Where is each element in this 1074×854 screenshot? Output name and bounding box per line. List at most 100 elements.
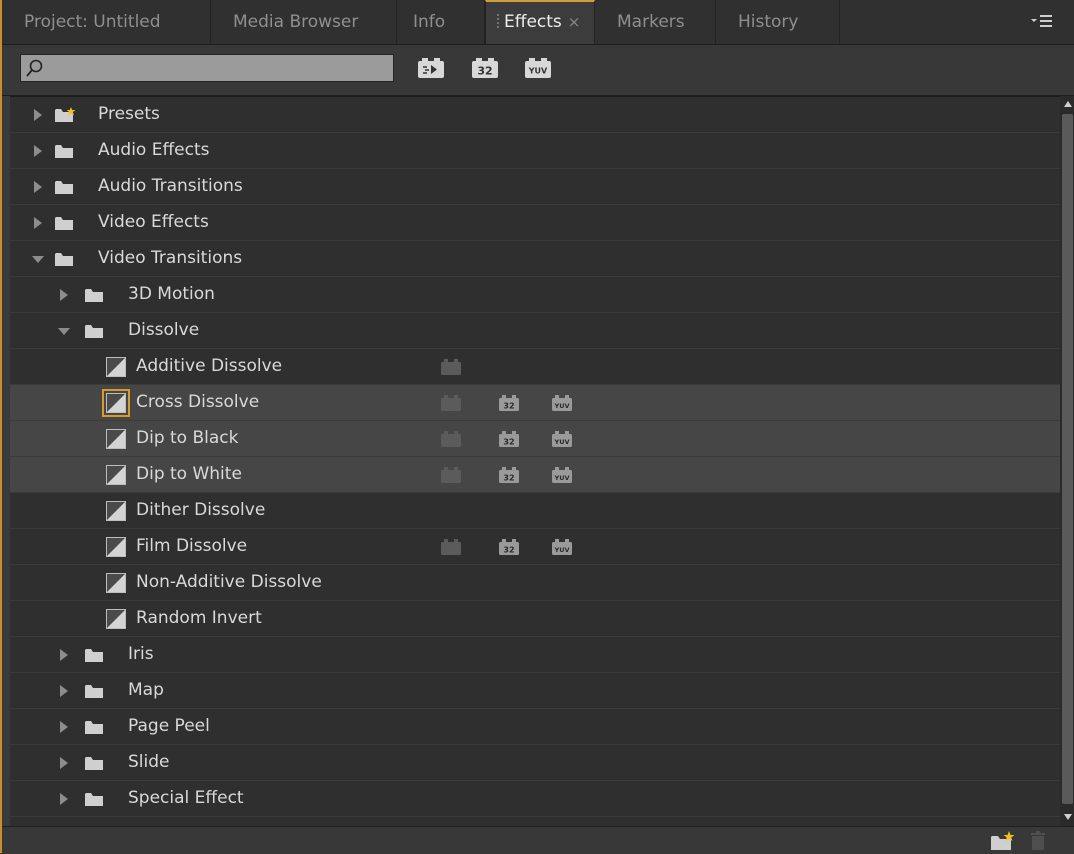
tree-item-label: Cross Dissolve [136, 392, 260, 412]
badge-text: YUV [528, 67, 548, 76]
tab-project[interactable]: Project: Untitled [2, 0, 211, 44]
folder-row-dissolve[interactable]: Dissolve [10, 313, 1060, 349]
tree-item-label: 3D Motion [128, 284, 215, 304]
accelerated-effects-filter-icon[interactable] [416, 56, 446, 80]
folder-row-page-peel[interactable]: Page Peel [10, 709, 1060, 745]
tree-item-label: Additive Dissolve [136, 356, 283, 376]
trash-icon[interactable] [1030, 831, 1046, 851]
folder-icon [55, 181, 73, 194]
panel-menu-icon[interactable] [1028, 10, 1056, 32]
tab-label: Info [413, 12, 446, 32]
folder-icon [85, 325, 103, 338]
effect-row-dip-to-black[interactable]: Dip to Black 32 YUV [10, 421, 1060, 457]
yuv-filter-icon[interactable]: YUV [523, 56, 553, 80]
tree-item-label: Map [128, 680, 164, 700]
tree-item-label: Video Effects [98, 212, 209, 232]
folder-row-slide[interactable]: Slide [10, 745, 1060, 781]
collapsed-arrow-icon[interactable] [58, 720, 70, 734]
tree-item-label: Film Dissolve [136, 536, 248, 556]
32bit-color-filter-icon[interactable]: 32 [470, 56, 500, 80]
transition-icon [102, 389, 130, 417]
scroll-down-arrow-icon[interactable] [1063, 812, 1073, 822]
badge-text: 32 [503, 438, 514, 447]
tab-history[interactable]: History [716, 0, 840, 44]
panel-footer [2, 826, 1074, 854]
badge-text: YUV [553, 438, 569, 446]
effects-toolbar: 32 YUV [2, 45, 1074, 96]
accelerated-badge-icon [441, 467, 461, 483]
tree-item-label: Audio Effects [98, 140, 210, 160]
yuv-badge-icon: YUV [552, 539, 572, 555]
effect-row-non-additive-dissolve[interactable]: Non-Additive Dissolve [10, 565, 1060, 601]
folder-row-iris[interactable]: Iris [10, 637, 1060, 673]
accelerated-badge-icon [441, 395, 461, 411]
accelerated-badge-icon [441, 359, 461, 375]
badge-text: 32 [503, 474, 514, 483]
close-icon[interactable]: × [568, 13, 581, 31]
scroll-up-arrow-icon[interactable] [1063, 99, 1073, 109]
yuv-badge-icon: YUV [552, 431, 572, 447]
effect-row-film-dissolve[interactable]: Film Dissolve 32 YUV [10, 529, 1060, 565]
folder-icon [85, 685, 103, 698]
search-icon [26, 59, 43, 77]
tree-item-label: Dissolve [128, 320, 200, 340]
folder-row-video-effects[interactable]: Video Effects [10, 205, 1060, 241]
collapsed-arrow-icon[interactable] [58, 288, 70, 302]
transition-icon [106, 537, 126, 557]
folder-row-3d-motion[interactable]: 3D Motion [10, 277, 1060, 313]
32bit-badge-icon: 32 [499, 539, 519, 555]
search-box[interactable] [20, 54, 394, 83]
expanded-arrow-icon[interactable] [58, 324, 70, 338]
tab-label: History [738, 12, 799, 32]
transition-icon [106, 609, 126, 629]
tree-item-label: Audio Transitions [98, 176, 243, 196]
collapsed-arrow-icon[interactable] [32, 216, 44, 230]
effect-row-dither-dissolve[interactable]: Dither Dissolve [10, 493, 1060, 529]
tab-effects[interactable]: Effects × [485, 0, 595, 44]
effects-tree: Presets Audio Effects Audio Transitions Vid… [10, 96, 1060, 827]
new-custom-bin-icon[interactable] [989, 831, 1015, 851]
folder-row-map[interactable]: Map [10, 673, 1060, 709]
tree-item-label: Dip to Black [136, 428, 239, 448]
folder-icon [85, 757, 103, 770]
scroll-thumb[interactable] [1062, 114, 1073, 804]
collapsed-arrow-icon[interactable] [58, 684, 70, 698]
tab-info[interactable]: Info [397, 0, 485, 44]
collapsed-arrow-icon[interactable] [32, 108, 44, 122]
collapsed-arrow-icon[interactable] [32, 180, 44, 194]
folder-row-audio-effects[interactable]: Audio Effects [10, 133, 1060, 169]
effects-panel: Project: Untitled Media Browser Info Eff… [0, 0, 1074, 854]
tree-item-label: Page Peel [128, 716, 210, 736]
32bit-badge-icon: 32 [499, 467, 519, 483]
tab-label: Effects [504, 12, 562, 32]
effect-row-additive-dissolve[interactable]: Additive Dissolve [10, 349, 1060, 385]
collapsed-arrow-icon[interactable] [32, 144, 44, 158]
badge-text: YUV [553, 402, 569, 410]
tab-markers[interactable]: Markers [595, 0, 716, 44]
tree-item-label: Slide [128, 752, 170, 772]
tab-media-browser[interactable]: Media Browser [211, 0, 397, 44]
32bit-badge-icon: 32 [499, 395, 519, 411]
search-input[interactable] [47, 55, 391, 83]
badge-text: 32 [503, 546, 514, 555]
folder-row-presets[interactable]: Presets [10, 97, 1060, 133]
expanded-arrow-icon[interactable] [32, 252, 44, 266]
vertical-scrollbar[interactable] [1060, 96, 1074, 826]
yuv-badge-icon: YUV [552, 467, 572, 483]
effect-row-cross-dissolve[interactable]: Cross Dissolve 32 YUV [10, 385, 1060, 421]
tab-label: Project: Untitled [24, 12, 161, 32]
tree-item-label: Dip to White [136, 464, 242, 484]
collapsed-arrow-icon[interactable] [58, 648, 70, 662]
collapsed-arrow-icon[interactable] [58, 756, 70, 770]
accelerated-badge-icon [441, 431, 461, 447]
folder-row-audio-transitions[interactable]: Audio Transitions [10, 169, 1060, 205]
folder-row-special-effect[interactable]: Special Effect [10, 781, 1060, 817]
folder-icon [55, 145, 73, 158]
collapsed-arrow-icon[interactable] [58, 792, 70, 806]
effect-row-dip-to-white[interactable]: Dip to White 32 YUV [10, 457, 1060, 493]
effect-row-random-invert[interactable]: Random Invert [10, 601, 1060, 637]
tab-grip-icon[interactable] [496, 13, 500, 29]
transition-icon [106, 465, 126, 485]
tree-item-label: Iris [128, 644, 154, 664]
folder-row-video-transitions[interactable]: Video Transitions [10, 241, 1060, 277]
